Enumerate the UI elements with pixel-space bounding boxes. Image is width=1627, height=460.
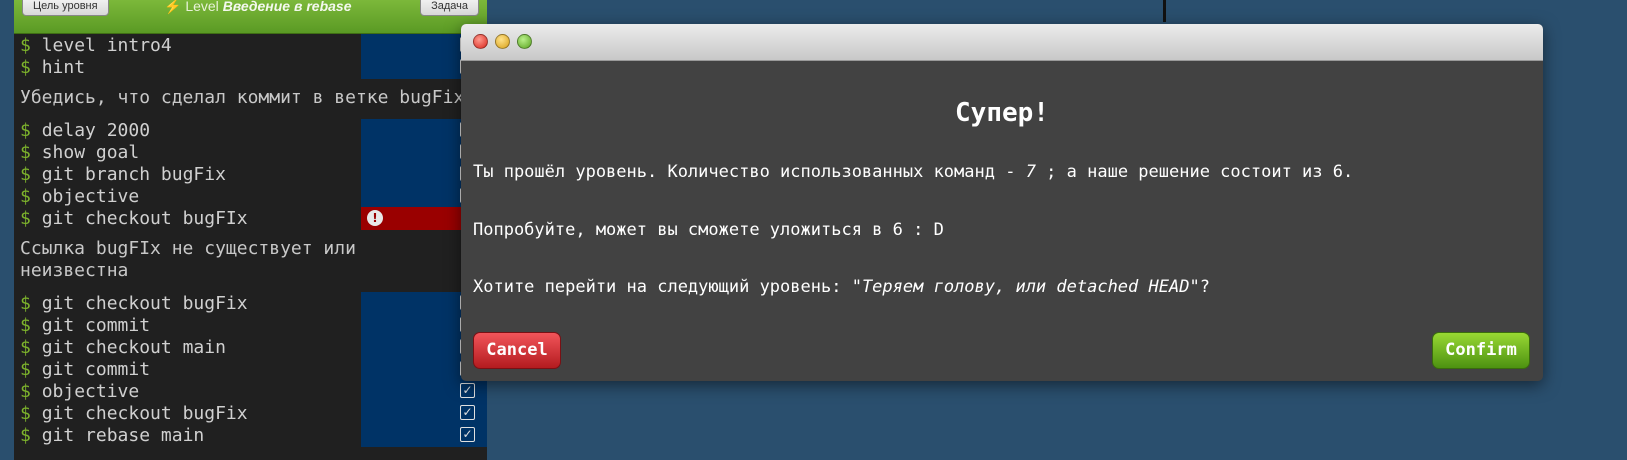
command-row: ✓$ delay 2000 <box>14 119 487 142</box>
command-row: ✓$ show goal <box>14 141 487 164</box>
prompt-symbol: $ <box>20 315 31 336</box>
command-row: ✓$ objective <box>14 185 487 208</box>
info-line: Ссылка bugFIx не существует или <box>20 238 356 259</box>
close-window-icon[interactable] <box>473 34 488 49</box>
command: git branch bugFix <box>41 164 226 185</box>
command-row: ✓$ level intro4 <box>14 34 487 57</box>
result-text: Ты прошёл уровень. Количество использова… <box>473 162 1353 182</box>
minimize-window-icon[interactable] <box>495 34 510 49</box>
prompt-symbol: $ <box>20 164 31 185</box>
command: objective <box>41 381 140 402</box>
command-row: ✓$ git checkout bugFix <box>14 292 487 315</box>
command: objective <box>41 186 140 207</box>
next-level-name: Теряем голову, или detached HEAD <box>861 277 1190 297</box>
task-button[interactable]: Задача <box>420 0 479 16</box>
command-text: $ objective <box>20 381 139 402</box>
check-icon: ✓ <box>460 383 475 398</box>
level-top-bar: Цель уровня ⚡ Level Введение в rebase За… <box>14 0 487 34</box>
divider <box>1163 0 1166 22</box>
command-text: $ git checkout main <box>20 337 226 358</box>
level-title: ⚡ Level Введение в rebase <box>164 0 351 15</box>
command-text: $ delay 2000 <box>20 120 150 141</box>
level-name: Введение в rebase <box>222 0 352 14</box>
result-text-a: Ты прошёл уровень. Количество использова… <box>473 162 1026 182</box>
command-row: ✓$ git commit <box>14 358 487 381</box>
command: level intro4 <box>41 35 172 56</box>
command-text: $ git rebase main <box>20 425 204 446</box>
error-icon: ! <box>367 210 383 226</box>
command: git checkout bugFix <box>41 293 248 314</box>
success-status: ✓ <box>361 424 487 447</box>
cancel-button[interactable]: Cancel <box>473 332 561 369</box>
command-row: ✓$ git branch bugFix <box>14 163 487 186</box>
success-status: ✓ <box>361 402 487 425</box>
command: git checkout main <box>41 337 226 358</box>
success-status: ✓ <box>361 380 487 403</box>
hint-text: Попробуйте, может вы сможете уложиться в… <box>473 220 944 240</box>
command-text: $ git checkout bugFix <box>20 293 248 314</box>
command-row: ✓ $ objective <box>14 380 487 403</box>
command-row: ✓$ hint <box>14 56 487 79</box>
command-text: $ git commit <box>20 359 150 380</box>
next-level-text: Хотите перейти на следующий уровень: "Те… <box>473 277 1210 297</box>
level-complete-dialog: Супер! Ты прошёл уровень. Количество исп… <box>461 24 1543 381</box>
dialog-title: Супер! <box>955 98 1049 128</box>
command: git commit <box>41 359 151 380</box>
command: hint <box>41 57 86 78</box>
prompt-symbol: $ <box>20 57 31 78</box>
command: git checkout bugFix <box>41 403 248 424</box>
prompt-symbol: $ <box>20 208 31 229</box>
command: git commit <box>41 315 151 336</box>
prompt-symbol: $ <box>20 35 31 56</box>
prompt-symbol: $ <box>20 359 31 380</box>
prompt-symbol: $ <box>20 403 31 424</box>
confirm-button[interactable]: Confirm <box>1432 332 1530 369</box>
command-text: $ git checkout bugFIx <box>20 208 248 229</box>
prompt-symbol: $ <box>20 425 31 446</box>
info-line: неизвестна <box>20 260 129 281</box>
command-text: $ show goal <box>20 142 139 163</box>
check-icon: ✓ <box>460 405 475 420</box>
command: git rebase main <box>41 425 205 446</box>
dialog-titlebar <box>461 24 1543 61</box>
info-message: Ссылка bugFIx не существует или неизвестн… <box>20 238 356 282</box>
goal-button[interactable]: Цель уровня <box>22 0 109 16</box>
command-text: $ git checkout bugFix <box>20 403 248 424</box>
maximize-window-icon[interactable] <box>517 34 532 49</box>
check-icon: ✓ <box>460 427 475 442</box>
command-row: ✓ $ git rebase main <box>14 424 487 447</box>
next-level-suffix: "? <box>1189 277 1210 297</box>
info-line: Убедись, что сделал коммит в ветке bugFi… <box>20 87 465 108</box>
prompt-symbol: $ <box>20 381 31 402</box>
command-row-error: ! $ git checkout bugFIx <box>14 207 487 230</box>
info-message: Убедись, что сделал коммит в ветке bugFi… <box>20 87 464 109</box>
command-text: $ hint <box>20 57 85 78</box>
command-count: 7 <box>1025 162 1036 182</box>
prompt-symbol: $ <box>20 142 31 163</box>
prompt-symbol: $ <box>20 293 31 314</box>
left-panel: Цель уровня ⚡ Level Введение в rebase За… <box>0 0 487 460</box>
next-level-prefix: Хотите перейти на следующий уровень: " <box>473 277 862 297</box>
level-prefix: Level <box>185 0 219 14</box>
lightning-icon: ⚡ <box>164 0 182 14</box>
command-row: ✓ $ git checkout bugFix <box>14 402 487 425</box>
prompt-symbol: $ <box>20 120 31 141</box>
command-row: ✓$ git commit <box>14 314 487 337</box>
command-text: $ git branch bugFix <box>20 164 226 185</box>
prompt-symbol: $ <box>20 186 31 207</box>
command: delay 2000 <box>41 120 151 141</box>
command: git checkout bugFIx <box>41 208 248 229</box>
command-row: ✓$ git checkout main <box>14 336 487 359</box>
command-terminal: ✓$ level intro4✓$ hintУбедись, что сдела… <box>14 34 487 460</box>
command: show goal <box>41 142 140 163</box>
result-text-b: ; а наше решение состоит из 6. <box>1035 162 1354 182</box>
command-text: $ git commit <box>20 315 150 336</box>
prompt-symbol: $ <box>20 337 31 358</box>
command-text: $ objective <box>20 186 139 207</box>
command-text: $ level intro4 <box>20 35 172 56</box>
